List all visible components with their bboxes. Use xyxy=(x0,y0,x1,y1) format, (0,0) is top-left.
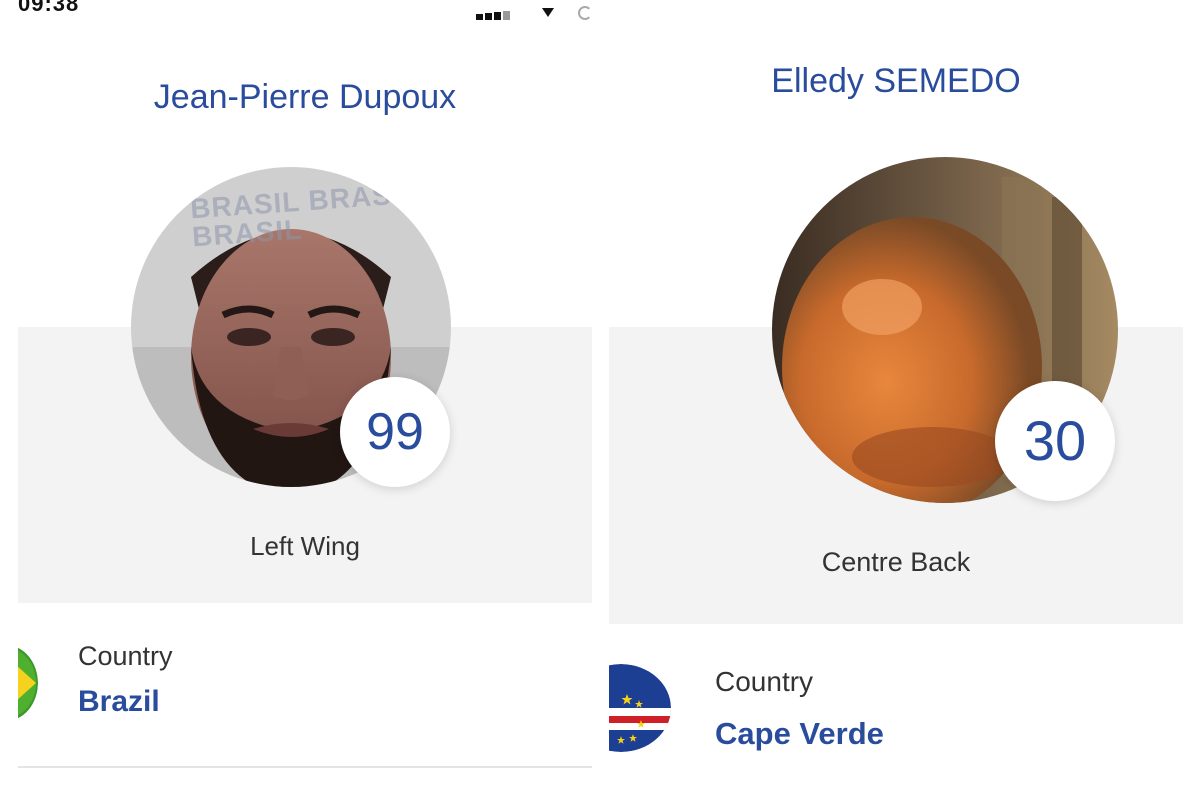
country-row[interactable]: Country Cape Verde xyxy=(609,624,1183,800)
player-position: Centre Back xyxy=(821,547,971,577)
country-row[interactable]: Country Brazil xyxy=(18,603,592,768)
player-position: Left Wing xyxy=(250,531,360,561)
jersey-number-badge: 30 xyxy=(995,381,1115,501)
jersey-number-badge: 99 xyxy=(340,377,450,487)
player-card-left: 09:38 Jean-Pierre Dupoux BRASIL BRASIL B… xyxy=(18,0,592,800)
brazil-flag-icon xyxy=(18,645,38,721)
country-label: Country xyxy=(78,641,173,671)
status-bar: 09:38 xyxy=(18,0,592,24)
country-label: Country xyxy=(715,666,814,697)
image-edge xyxy=(1183,0,1200,800)
country-value: Brazil xyxy=(78,685,160,718)
country-value: Cape Verde xyxy=(715,716,884,751)
player-name: Elledy SEMEDO xyxy=(771,62,1021,100)
player-name: Jean-Pierre Dupoux xyxy=(153,78,457,116)
wifi-icon xyxy=(542,8,554,17)
player-card-right: Elledy SEMEDO 30 Centre Back Country Cap… xyxy=(609,0,1183,800)
image-gutter xyxy=(592,0,609,800)
status-time: 09:38 xyxy=(18,0,80,16)
cape-verde-flag-icon xyxy=(609,664,671,752)
signal-icon xyxy=(476,10,516,20)
divider xyxy=(18,766,592,768)
sync-icon xyxy=(578,6,592,20)
